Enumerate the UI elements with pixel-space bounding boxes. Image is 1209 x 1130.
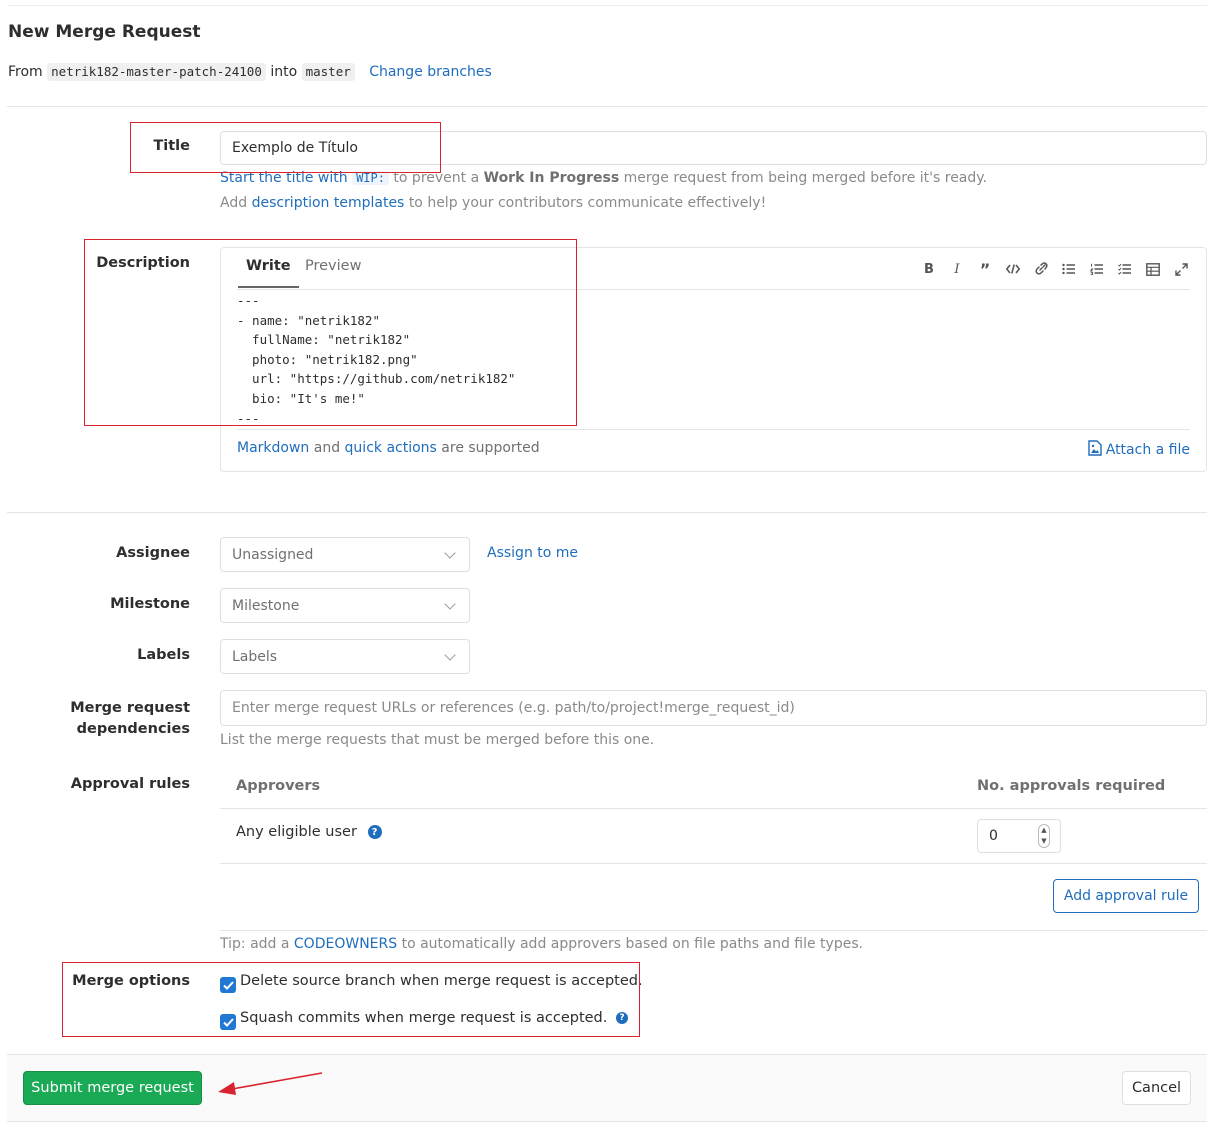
title-input[interactable]: Exemplo de Título xyxy=(220,131,1207,165)
title-input-value: Exemplo de Título xyxy=(232,140,358,156)
source-branch: netrik182-master-patch-24100 xyxy=(47,63,266,81)
from-label: From xyxy=(8,64,43,80)
quick-actions-link[interactable]: quick actions xyxy=(345,440,437,456)
chevron-down-icon xyxy=(444,546,456,559)
templates-help-start: Add xyxy=(220,195,248,211)
bullet-list-icon[interactable] xyxy=(1060,260,1078,278)
submit-merge-request-button[interactable]: Submit merge request xyxy=(23,1071,202,1105)
merge-options-label: Merge options xyxy=(72,973,190,989)
description-divider xyxy=(7,512,1207,513)
milestone-dropdown[interactable]: Milestone xyxy=(220,588,470,623)
title-label: Title xyxy=(153,138,190,154)
dependencies-label-line2: dependencies xyxy=(76,721,190,737)
rules-bottom-divider xyxy=(220,930,1207,931)
delete-branch-label[interactable]: Delete source branch when merge request … xyxy=(240,973,643,989)
chevron-up-icon[interactable]: ▲ xyxy=(1041,827,1046,834)
description-templates-link[interactable]: description templates xyxy=(252,195,405,211)
wip-help-bold: Work In Progress xyxy=(483,170,620,186)
tip-end: to automatically add approvers based on … xyxy=(401,936,864,952)
squash-commits-checkbox[interactable] xyxy=(220,1014,236,1030)
milestone-label: Milestone xyxy=(110,596,190,612)
squash-commits-label[interactable]: Squash commits when merge request is acc… xyxy=(240,1010,607,1026)
table-icon[interactable] xyxy=(1144,260,1162,278)
dependencies-label-line1: Merge request xyxy=(70,700,190,716)
approvals-required-column-header: No. approvals required xyxy=(977,778,1166,794)
fullscreen-icon[interactable] xyxy=(1172,260,1190,278)
markdown-support-note: Markdown and quick actions are supported xyxy=(237,440,540,456)
tip-start: Tip: add a xyxy=(220,936,290,952)
assignee-label: Assignee xyxy=(116,545,190,561)
cancel-button[interactable]: Cancel xyxy=(1122,1071,1191,1105)
assign-to-me-link[interactable]: Assign to me xyxy=(487,545,578,561)
approval-rule-row: Any eligible user ? xyxy=(236,824,382,840)
check-icon xyxy=(222,980,234,990)
tab-divider xyxy=(237,289,1190,290)
chevron-down-icon xyxy=(444,648,456,661)
top-divider xyxy=(7,5,1207,6)
assignee-value: Unassigned xyxy=(232,546,314,563)
into-label: into xyxy=(270,64,298,80)
task-list-icon[interactable] xyxy=(1116,260,1134,278)
markdown-and: and xyxy=(313,440,341,456)
description-label: Description xyxy=(96,255,190,271)
labels-label: Labels xyxy=(137,647,190,663)
description-editor: Write Preview B I ” --- - name: "netrik1… xyxy=(220,247,1207,472)
header-divider xyxy=(7,106,1207,107)
image-icon xyxy=(1088,440,1102,460)
add-approval-rule-button[interactable]: Add approval rule xyxy=(1053,879,1199,913)
check-icon xyxy=(222,1017,234,1027)
change-branches-link[interactable]: Change branches xyxy=(369,64,492,80)
numbered-list-icon[interactable] xyxy=(1088,260,1106,278)
question-icon[interactable]: ? xyxy=(367,825,382,839)
codeowners-link[interactable]: CODEOWNERS xyxy=(294,936,397,952)
rule-name: Any eligible user xyxy=(236,824,357,840)
link-icon[interactable] xyxy=(1032,260,1050,278)
chevron-down-icon xyxy=(444,597,456,610)
wip-help-end: merge request from being merged before i… xyxy=(623,170,988,186)
labels-dropdown[interactable]: Labels xyxy=(220,639,470,674)
question-icon[interactable]: ? xyxy=(615,1012,628,1024)
delete-branch-checkbox[interactable] xyxy=(220,977,236,993)
dependencies-placeholder: Enter merge request URLs or references (… xyxy=(232,700,795,716)
approval-rules-label: Approval rules xyxy=(70,776,190,792)
dependencies-input[interactable]: Enter merge request URLs or references (… xyxy=(220,690,1207,726)
attach-file-label: Attach a file xyxy=(1105,442,1190,458)
annotation-arrow-icon xyxy=(218,1072,323,1095)
templates-help-end: to help your contributors communicate ef… xyxy=(408,195,767,211)
editor-footer-divider xyxy=(237,429,1190,430)
target-branch: master xyxy=(301,63,355,81)
branch-info: From netrik182-master-patch-24100 into m… xyxy=(8,62,492,82)
description-textarea[interactable]: --- - name: "netrik182" fullName: "netri… xyxy=(237,291,1191,429)
wip-help-mid: to prevent a xyxy=(393,170,480,186)
italic-icon[interactable]: I xyxy=(948,260,966,278)
codeowners-tip: Tip: add a CODEOWNERS to automatically a… xyxy=(220,936,863,952)
tab-write[interactable]: Write xyxy=(238,258,299,288)
approvals-required-value: 0 xyxy=(989,828,998,844)
title-help-wip: Start the title with WIP: to prevent a W… xyxy=(220,170,987,186)
quote-icon[interactable]: ” xyxy=(976,260,994,279)
approvers-column-header: Approvers xyxy=(236,778,321,794)
rules-row-divider xyxy=(220,863,1207,864)
number-spinner[interactable]: ▲ ▼ xyxy=(1038,824,1050,848)
bold-icon[interactable]: B xyxy=(920,260,938,278)
markdown-toolbar: B I ” xyxy=(920,260,1190,279)
labels-value: Labels xyxy=(232,648,278,665)
markdown-supported: are supported xyxy=(441,440,540,456)
dependencies-label: Merge request dependencies xyxy=(40,698,190,740)
squash-commits-option: Squash commits when merge request is acc… xyxy=(240,1010,628,1026)
chevron-down-icon[interactable]: ▼ xyxy=(1041,838,1046,845)
assignee-dropdown[interactable]: Unassigned xyxy=(220,537,470,572)
approvals-required-input[interactable]: 0 ▲ ▼ xyxy=(977,819,1061,853)
title-help-templates: Add description templates to help your c… xyxy=(220,195,766,211)
dependencies-help: List the merge requests that must be mer… xyxy=(220,732,655,748)
tab-preview[interactable]: Preview xyxy=(305,258,361,288)
attach-file-button[interactable]: Attach a file xyxy=(1088,440,1190,460)
wip-code: WIP: xyxy=(352,171,389,185)
wip-help-link[interactable]: Start the title with xyxy=(220,170,348,186)
milestone-value: Milestone xyxy=(232,597,300,614)
rules-header-divider xyxy=(220,808,1207,809)
markdown-link[interactable]: Markdown xyxy=(237,440,309,456)
code-icon[interactable] xyxy=(1004,260,1022,278)
page-title: New Merge Request xyxy=(8,22,201,42)
